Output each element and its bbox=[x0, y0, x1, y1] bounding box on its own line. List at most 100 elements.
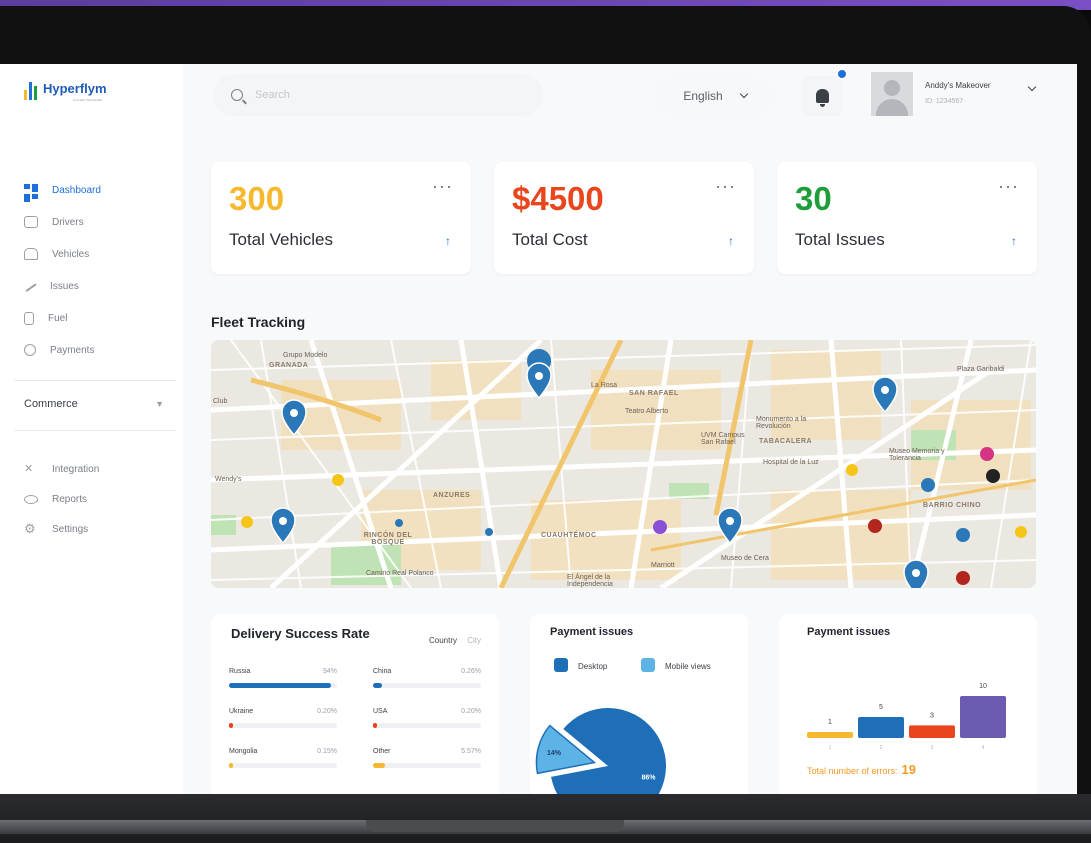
tab-country[interactable]: Country bbox=[429, 636, 457, 645]
notification-dot bbox=[836, 68, 848, 80]
chevron-down-icon bbox=[739, 89, 748, 99]
delivery-row-label: Other bbox=[373, 748, 391, 755]
divider bbox=[14, 380, 176, 381]
bar-value: 5 bbox=[879, 704, 883, 711]
bar[interactable] bbox=[807, 732, 853, 738]
nav-label: Drivers bbox=[52, 216, 84, 228]
poi-marker bbox=[980, 447, 994, 461]
commerce-label: Commerce bbox=[24, 398, 78, 410]
user-id: ID: 1234567 bbox=[925, 98, 964, 105]
more-icon[interactable]: ··· bbox=[998, 176, 1019, 197]
nav-label: Vehicles bbox=[52, 248, 90, 260]
map-label: ANZURES bbox=[433, 492, 471, 499]
delivery-row-label: USA bbox=[373, 708, 388, 715]
bar-category: 1 bbox=[829, 745, 832, 751]
progress-fill bbox=[229, 683, 331, 688]
progress-fill bbox=[373, 723, 377, 728]
commerce-dropdown[interactable]: Commerce ▼ bbox=[24, 398, 164, 410]
map-label: El Ángel de la Independencia bbox=[567, 574, 613, 588]
divider bbox=[14, 430, 176, 431]
progress-fill bbox=[229, 723, 233, 728]
nav-item-dashboard[interactable]: Dashboard bbox=[24, 174, 174, 206]
map-pins bbox=[241, 362, 1027, 588]
nav-item-reports[interactable]: Reports bbox=[24, 484, 174, 514]
poi-marker bbox=[921, 478, 935, 492]
map-label: Museo de Cera bbox=[721, 555, 769, 562]
fuel-icon bbox=[24, 311, 34, 325]
map-pin bbox=[872, 376, 898, 414]
map-label: UVM Campus San Rafael bbox=[701, 432, 745, 446]
more-icon[interactable]: ··· bbox=[432, 176, 453, 197]
poi-marker bbox=[956, 571, 970, 585]
poi-marker bbox=[485, 528, 493, 536]
poi-marker bbox=[986, 469, 1000, 483]
map-label: Camino Real Polanco bbox=[366, 570, 434, 577]
payments-icon bbox=[24, 344, 36, 356]
bar-value: 1 bbox=[828, 719, 832, 726]
bar[interactable] bbox=[858, 717, 904, 738]
stat-value: 300 bbox=[229, 180, 285, 217]
avatar[interactable] bbox=[871, 72, 913, 116]
laptop-base bbox=[0, 794, 1091, 843]
map-label: TABACALERA bbox=[759, 438, 813, 445]
caret-down-icon: ▼ bbox=[155, 399, 164, 409]
nav-item-vehicles[interactable]: Vehicles bbox=[24, 238, 174, 270]
delivery-row-pct: 0.20% bbox=[461, 708, 481, 715]
map-label: Teatro Alberto bbox=[625, 408, 669, 415]
progress-track bbox=[373, 723, 481, 728]
arrow-up-icon: ↑ bbox=[728, 234, 734, 248]
map-label: GRANADA bbox=[269, 362, 309, 369]
bar-category: 3 bbox=[931, 745, 934, 751]
map-label: CUAUHTÉMOC bbox=[541, 532, 597, 539]
delivery-row-label: China bbox=[373, 668, 392, 675]
tab-city[interactable]: City bbox=[467, 636, 481, 645]
map-label: Monumento a la Revolución bbox=[756, 416, 807, 430]
poi-marker bbox=[332, 474, 344, 486]
progress-track bbox=[373, 683, 481, 688]
delivery-tabs: Country City bbox=[421, 636, 481, 645]
delivery-row-label: Ukraine bbox=[229, 708, 254, 715]
map-label: RINCÓN DEL BOSQUE bbox=[363, 532, 413, 546]
nav-item-issues[interactable]: Issues bbox=[23, 270, 174, 302]
drivers-icon bbox=[24, 216, 38, 228]
language-select[interactable]: English bbox=[655, 76, 775, 116]
progress-fill bbox=[229, 763, 233, 768]
nav-item-settings[interactable]: ⚙ Settings bbox=[24, 514, 174, 544]
more-icon[interactable]: ··· bbox=[715, 176, 736, 197]
brand-logo[interactable]: Hyperflym AI FLEET MANAGER bbox=[24, 80, 107, 102]
nav-label: Settings bbox=[52, 523, 89, 535]
map-label: Museo Memoria y Tolerancia bbox=[889, 448, 945, 462]
nav-item-payments[interactable]: Payments bbox=[24, 334, 174, 366]
nav-item-drivers[interactable]: Drivers bbox=[24, 206, 174, 238]
delivery-row-pct: 5.57% bbox=[461, 748, 481, 755]
poi-marker bbox=[241, 516, 253, 528]
pie-label: 86% bbox=[641, 774, 656, 781]
search-input[interactable]: Search bbox=[213, 74, 543, 116]
nav-item-integration[interactable]: ✕ Integration bbox=[24, 454, 174, 484]
map-pin bbox=[717, 507, 743, 545]
map-label: BARRIO CHINO bbox=[923, 502, 982, 509]
notifications-button[interactable] bbox=[801, 76, 843, 116]
map-label: Plaza Garibaldi bbox=[957, 366, 1005, 373]
stat-label: Total Issues bbox=[795, 230, 885, 249]
progress-track bbox=[229, 763, 337, 768]
poi-marker bbox=[653, 520, 667, 534]
search-icon bbox=[231, 89, 243, 101]
progress-track bbox=[373, 763, 481, 768]
bar[interactable] bbox=[909, 725, 955, 738]
settings-icon: ⚙ bbox=[24, 521, 36, 536]
delivery-row-pct: 0.15% bbox=[317, 748, 337, 755]
fleet-map[interactable]: Grupo Modelo GRANADA Club SAN RAFAEL TAB… bbox=[211, 340, 1036, 588]
nav-label: Issues bbox=[50, 280, 79, 292]
delivery-card: Delivery Success Rate Country City Russi… bbox=[211, 614, 499, 794]
user-name: Anddy's Makeover bbox=[925, 81, 991, 90]
payment-pie-card: Payment issues Desktop Mobile views 86% 1… bbox=[530, 614, 748, 794]
bar-value: 10 bbox=[979, 683, 987, 690]
map-label: SAN RAFAEL bbox=[629, 390, 679, 397]
bar[interactable] bbox=[960, 696, 1006, 738]
bar-value: 3 bbox=[930, 712, 934, 719]
stat-value: 30 bbox=[795, 180, 832, 217]
map-pin bbox=[281, 399, 307, 437]
nav-item-fuel[interactable]: Fuel bbox=[24, 302, 174, 334]
user-menu-chevron-icon[interactable] bbox=[1027, 82, 1037, 92]
